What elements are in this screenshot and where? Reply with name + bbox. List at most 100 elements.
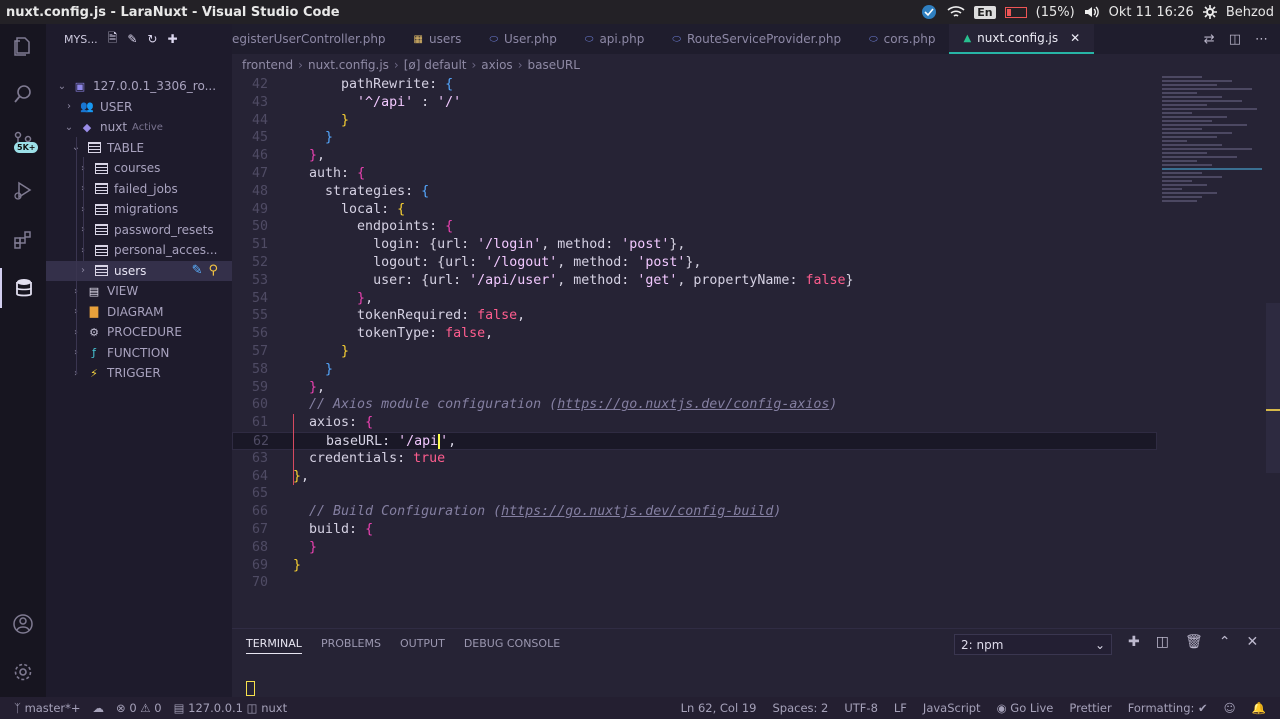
panel-tab-problems[interactable]: PROBLEMS bbox=[321, 637, 381, 654]
tree-item[interactable]: ›▇DIAGRAM bbox=[46, 302, 232, 322]
go-live-button[interactable]: ◉ Go Live bbox=[997, 701, 1054, 715]
split-terminal-icon[interactable]: ◫ bbox=[1156, 634, 1169, 650]
search-icon[interactable] bbox=[0, 74, 46, 114]
editor-scrollbar[interactable] bbox=[1266, 303, 1280, 473]
new-connection-icon[interactable]: 🗎 bbox=[108, 29, 118, 50]
chevron-right-icon[interactable]: › bbox=[63, 101, 75, 112]
code-line[interactable]: 60 // Axios module configuration (https:… bbox=[232, 396, 1157, 414]
explorer-icon[interactable] bbox=[0, 26, 46, 66]
code-line[interactable]: 62 baseURL: '/api ', bbox=[232, 432, 1157, 450]
breadcrumb-item[interactable]: axios bbox=[481, 58, 512, 72]
code-line[interactable]: 43 '^/api' : '/' bbox=[232, 94, 1157, 112]
code-line[interactable]: 58 } bbox=[232, 361, 1157, 379]
tab-nuxt-config-js[interactable]: ▲ nuxt.config.js ✕ bbox=[949, 24, 1095, 54]
language-mode[interactable]: JavaScript bbox=[923, 701, 981, 715]
code-line[interactable]: 67 build: { bbox=[232, 521, 1157, 539]
settings-icon[interactable] bbox=[0, 652, 46, 692]
code-line[interactable]: 46 }, bbox=[232, 147, 1157, 165]
code-line[interactable]: 63 credentials: true bbox=[232, 450, 1157, 468]
tree-item[interactable]: ›migrations bbox=[46, 199, 232, 219]
code-line[interactable]: 52 logout: {url: '/logout', method: 'pos… bbox=[232, 254, 1157, 272]
code-line[interactable]: 44 } bbox=[232, 112, 1157, 130]
maximize-panel-icon[interactable]: ⌃ bbox=[1219, 634, 1231, 650]
db-item[interactable]: ▤ 127.0.0.1 ◫ nuxt bbox=[174, 701, 288, 715]
refresh-icon[interactable]: ↻ bbox=[147, 32, 157, 46]
code-line[interactable]: 42 pathRewrite: { bbox=[232, 76, 1157, 94]
problems-item[interactable]: ⊗ 0 ⚠ 0 bbox=[116, 701, 162, 715]
tab-user-php[interactable]: ⬭ User.php bbox=[475, 24, 570, 54]
code-editor[interactable]: 42 pathRewrite: {43 '^/api' : '/' 44 } 45 … bbox=[232, 76, 1280, 628]
code-line[interactable]: 55 tokenRequired: false, bbox=[232, 307, 1157, 325]
chevron-down-icon[interactable]: ⌄ bbox=[56, 81, 68, 92]
account-icon[interactable] bbox=[0, 604, 46, 644]
tree-item[interactable]: ⌄ ▣ 127.0.0.1_3306_ro... bbox=[46, 76, 232, 96]
volume-icon[interactable] bbox=[1084, 5, 1100, 19]
code-line[interactable]: 47 auth: { bbox=[232, 165, 1157, 183]
tree-item[interactable]: ›failed_jobs bbox=[46, 179, 232, 199]
code-line[interactable]: 54 }, bbox=[232, 290, 1157, 308]
system-gear-icon[interactable] bbox=[1202, 5, 1217, 19]
tree-item[interactable]: ›⚡TRIGGER bbox=[46, 363, 232, 383]
tab-cors-php[interactable]: ⬭ cors.php bbox=[855, 24, 949, 54]
clock[interactable]: Okt 11 16:26 bbox=[1109, 5, 1194, 20]
trash-icon[interactable]: 🗑 bbox=[1185, 634, 1203, 650]
code-line[interactable]: 61 axios: { bbox=[232, 414, 1157, 432]
tab-routeserviceprovider-php[interactable]: ⬭ RouteServiceProvider.php bbox=[658, 24, 855, 54]
tree-item[interactable]: ⌄TABLE bbox=[46, 138, 232, 158]
compare-icon[interactable]: ⇄ bbox=[1204, 32, 1215, 47]
tab-egisterusercontroller-php[interactable]: egisterUserController.php bbox=[232, 24, 400, 54]
breadcrumb-item[interactable]: baseURL bbox=[528, 58, 580, 72]
code-line[interactable]: 68 } bbox=[232, 539, 1157, 557]
breadcrumb-item[interactable]: frontend bbox=[242, 58, 293, 72]
edit-table-icon[interactable]: ✎ bbox=[192, 263, 203, 278]
chevron-down-icon[interactable]: ⌄ bbox=[63, 122, 75, 133]
search-table-icon[interactable]: ⚲ bbox=[208, 263, 218, 278]
close-icon[interactable]: ✕ bbox=[1070, 31, 1080, 45]
code-line[interactable]: 56 tokenType: false, bbox=[232, 325, 1157, 343]
tab-api-php[interactable]: ⬭ api.php bbox=[571, 24, 659, 54]
more-actions-icon[interactable]: ⋯ bbox=[1255, 32, 1268, 47]
tree-item[interactable]: ⌄ ◆ nuxt Active bbox=[46, 117, 232, 137]
tree-item[interactable]: › users ✎ ⚲ bbox=[46, 260, 232, 281]
code-line[interactable]: 53 user: {url: '/api/user', method: 'get… bbox=[232, 272, 1157, 290]
tree-item[interactable]: › 👥 USER bbox=[46, 97, 232, 117]
wifi-icon[interactable] bbox=[947, 5, 965, 19]
tree-item[interactable]: ›▤VIEW bbox=[46, 281, 232, 301]
split-editor-icon[interactable]: ◫ bbox=[1229, 32, 1241, 47]
tree-item[interactable]: ›⚙PROCEDURE bbox=[46, 322, 232, 342]
code-line[interactable]: 51 login: {url: '/login', method: 'post'… bbox=[232, 236, 1157, 254]
branch-item[interactable]: ᛉ master*+ bbox=[14, 701, 81, 715]
add-icon[interactable]: ✚ bbox=[167, 32, 177, 46]
close-panel-icon[interactable]: ✕ bbox=[1246, 634, 1258, 650]
code-line[interactable]: 45 } bbox=[232, 129, 1157, 147]
run-debug-icon[interactable] bbox=[0, 170, 46, 210]
new-terminal-icon[interactable]: ✚ bbox=[1128, 634, 1140, 650]
code-line[interactable]: 70 bbox=[232, 574, 1157, 592]
panel-tab-debug-console[interactable]: DEBUG CONSOLE bbox=[464, 637, 560, 654]
database-icon[interactable] bbox=[0, 268, 46, 308]
code-line[interactable]: 48 strategies: { bbox=[232, 183, 1157, 201]
breadcrumb-item[interactable]: nuxt.config.js bbox=[308, 58, 389, 72]
encoding[interactable]: UTF-8 bbox=[844, 701, 878, 715]
minimap[interactable] bbox=[1162, 76, 1272, 216]
updates-icon[interactable] bbox=[920, 4, 938, 20]
tree-item[interactable]: ›personal_acces... bbox=[46, 240, 232, 260]
code-line[interactable]: 65 bbox=[232, 485, 1157, 503]
tree-item[interactable]: ›password_resets bbox=[46, 220, 232, 240]
formatting-toggle[interactable]: Formatting: ✔ bbox=[1128, 701, 1208, 715]
battery-icon[interactable] bbox=[1004, 6, 1027, 18]
eol[interactable]: LF bbox=[894, 701, 907, 715]
sync-icon[interactable]: ☁ bbox=[93, 701, 105, 715]
terminal-select[interactable]: 2: npm ⌄ bbox=[954, 634, 1112, 655]
cursor-position[interactable]: Ln 62, Col 19 bbox=[681, 701, 757, 715]
extensions-icon[interactable] bbox=[0, 220, 46, 260]
code-line[interactable]: 57 } bbox=[232, 343, 1157, 361]
tree-item[interactable]: ›ƒFUNCTION bbox=[46, 343, 232, 363]
feedback-icon[interactable]: ☺ bbox=[1224, 701, 1236, 715]
chevron-right-icon[interactable]: › bbox=[77, 265, 89, 276]
code-line[interactable]: 64}, bbox=[232, 468, 1157, 486]
breadcrumb-item[interactable]: [ø] default bbox=[404, 58, 467, 72]
code-line[interactable]: 49 local: { bbox=[232, 201, 1157, 219]
tree-item[interactable]: ›courses bbox=[46, 158, 232, 178]
tab-users[interactable]: ▦ users bbox=[400, 24, 476, 54]
